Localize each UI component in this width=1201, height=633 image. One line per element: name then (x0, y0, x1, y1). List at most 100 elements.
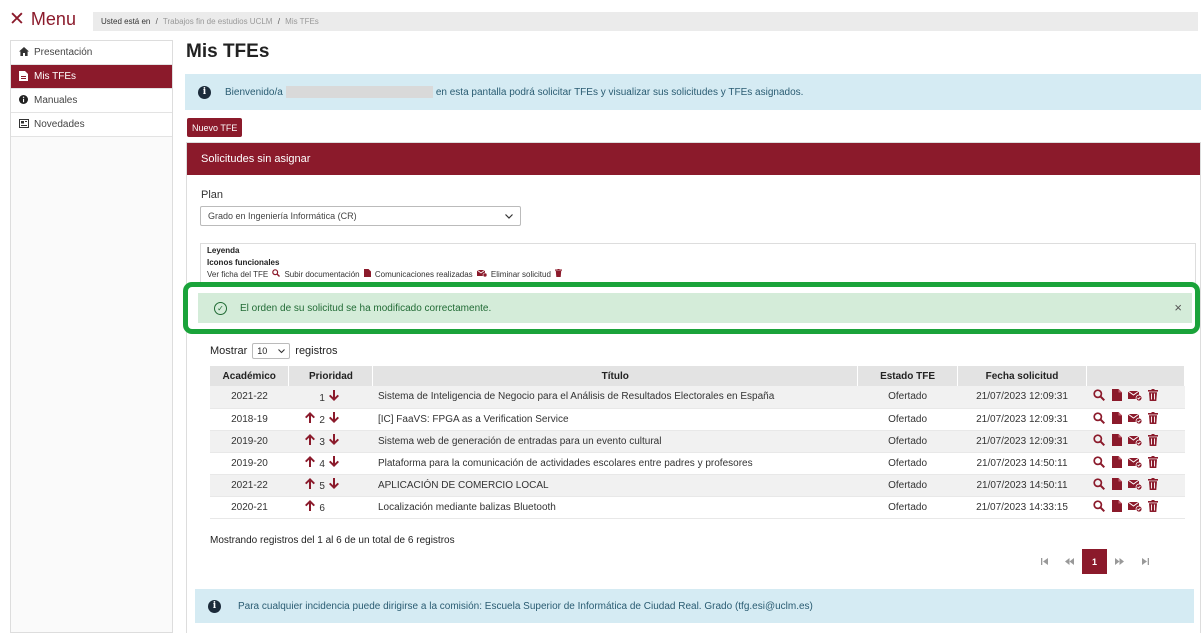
arrow-down-icon[interactable] (328, 456, 339, 470)
show-prefix: Mostrar (210, 345, 248, 357)
trash-icon[interactable] (1146, 433, 1159, 449)
priority-number: 3 (319, 437, 325, 448)
priority-number: 2 (319, 415, 325, 426)
cell-actions (1086, 430, 1185, 453)
close-icon: ✕ (9, 9, 25, 30)
search-icon[interactable] (1092, 411, 1105, 427)
plan-label: Plan (201, 189, 224, 201)
trash-icon[interactable] (1146, 411, 1159, 427)
table-row: 2021-22 1 Sistema de Inteligencia de Negoc… (210, 386, 1185, 409)
file-icon[interactable] (1110, 411, 1123, 427)
next-page-icon[interactable] (1107, 549, 1132, 574)
search-icon[interactable] (1092, 433, 1105, 449)
cell-titulo: Localización mediante balizas Bluetooth (372, 496, 858, 519)
file-icon[interactable] (1110, 499, 1123, 515)
trash-icon[interactable] (1146, 499, 1159, 515)
sidebar-item-novedades[interactable]: Novedades (11, 113, 172, 137)
envelope-check-icon[interactable] (1128, 435, 1143, 449)
new-tfe-button[interactable]: Nuevo TFE (187, 118, 243, 137)
arrow-down-icon[interactable] (328, 412, 339, 426)
cell-prioridad: 1 (288, 386, 373, 409)
file-icon (362, 269, 371, 279)
table-row: 2019-20 4 Plataforma para la comunicación … (210, 452, 1185, 475)
breadcrumb-item-trabajos[interactable]: Trabajos fin de estudios UCLM (163, 17, 273, 26)
cell-fecha: 21/07/2023 12:09:31 (957, 408, 1087, 431)
breadcrumb-separator: / (155, 17, 158, 26)
envelope-check-icon[interactable] (1128, 479, 1143, 493)
column-header-academico[interactable]: Académico (210, 366, 290, 386)
arrow-down-icon[interactable] (328, 478, 339, 492)
arrow-down-icon[interactable] (328, 389, 339, 404)
chevron-down-icon (505, 211, 513, 221)
legend-box: Leyenda Iconos funcionales Ver ficha del… (200, 243, 1196, 287)
page-length-select[interactable]: 10 (252, 343, 291, 359)
search-icon[interactable] (1092, 499, 1105, 515)
column-header-estado[interactable]: Estado TFE (857, 366, 959, 386)
cell-actions (1086, 386, 1185, 409)
table-header-row: Académico Prioridad Título Estado TFE Fe… (210, 366, 1186, 386)
previous-page-icon[interactable] (1057, 549, 1082, 574)
table-row: 2021-22 5 APLICACIÓN DE COMERCIO LOCAL Ofer… (210, 474, 1185, 497)
file-icon[interactable] (1110, 477, 1123, 493)
arrow-up-icon[interactable] (305, 456, 316, 470)
last-page-icon[interactable] (1132, 549, 1157, 574)
sidebar-item-label: Novedades (34, 119, 85, 130)
document-icon (18, 70, 29, 83)
trash-icon[interactable] (1146, 389, 1159, 404)
envelope-check-icon[interactable] (1128, 390, 1143, 404)
column-header-titulo[interactable]: Título (372, 366, 859, 386)
envelope-check-icon[interactable] (1128, 457, 1143, 471)
cell-fecha: 21/07/2023 12:09:31 (957, 386, 1087, 409)
column-header-prioridad[interactable]: Prioridad (288, 366, 374, 386)
sidebar-item-label: Manuales (34, 95, 78, 106)
arrow-up-icon[interactable] (305, 478, 316, 492)
arrow-down-icon[interactable] (328, 434, 339, 448)
arrow-up-icon[interactable] (305, 434, 316, 448)
menu-toggle-button[interactable]: ✕ Menu (9, 9, 76, 30)
file-icon[interactable] (1110, 433, 1123, 449)
breadcrumb-separator: / (277, 17, 280, 26)
table-row: 2020-21 6 Localización mediante balizas Bl… (210, 496, 1185, 519)
trash-icon[interactable] (1146, 455, 1159, 471)
page-button-current[interactable]: 1 (1082, 549, 1107, 574)
sidebar-item-mis-tfes[interactable]: Mis TFEs (11, 65, 172, 89)
menu-label: Menu (30, 9, 76, 29)
cell-actions (1086, 452, 1185, 475)
info-icon (18, 95, 29, 106)
table-row: 2018-19 2 [IC] FaaVS: FPGA as a Verificati… (210, 408, 1185, 431)
breadcrumb: Usted está en / Trabajos fin de estudios… (93, 12, 1198, 31)
envelope-check-icon[interactable] (1128, 501, 1143, 515)
success-alert: ✓ El orden de su solicitud se ha modific… (198, 293, 1192, 323)
trash-icon[interactable] (1146, 477, 1159, 493)
search-icon[interactable] (1092, 477, 1105, 493)
file-icon[interactable] (1110, 455, 1123, 471)
cell-academico: 2020-21 (210, 496, 289, 519)
info-icon: i (208, 599, 221, 613)
page-length-value: 10 (257, 346, 268, 356)
sidebar: Presentación Mis TFEs Manuales Novedades (10, 40, 173, 633)
legend-item-view: Ver ficha del TFE (207, 270, 269, 279)
plan-select[interactable]: Grado en Ingeniería Informática (CR) (200, 206, 521, 226)
cell-academico: 2021-22 (210, 474, 289, 497)
cell-actions (1086, 408, 1185, 431)
envelope-check-icon[interactable] (1128, 413, 1143, 427)
search-icon[interactable] (1092, 455, 1105, 471)
search-icon[interactable] (1092, 389, 1105, 404)
column-header-fecha[interactable]: Fecha solicitud (957, 366, 1087, 386)
cell-estado: Ofertado (857, 474, 958, 497)
column-header-actions (1086, 366, 1186, 386)
close-alert-button[interactable]: × (1174, 300, 1182, 315)
sidebar-item-presentacion[interactable]: Presentación (11, 41, 172, 65)
arrow-up-icon[interactable] (305, 412, 316, 426)
first-page-icon[interactable] (1032, 549, 1057, 574)
records-info: Mostrando registros del 1 al 6 de un tot… (210, 535, 455, 546)
check-circle-icon: ✓ (214, 301, 227, 315)
priority-number: 6 (319, 503, 325, 514)
table-row: 2019-20 3 Sistema web de generación de ent… (210, 430, 1185, 453)
file-icon[interactable] (1110, 389, 1123, 404)
sidebar-item-manuales[interactable]: Manuales (11, 89, 172, 113)
cell-actions (1086, 496, 1185, 519)
success-message: El orden de su solicitud se ha modificad… (240, 302, 492, 314)
arrow-up-icon[interactable] (305, 500, 316, 514)
cell-fecha: 21/07/2023 14:33:15 (957, 496, 1087, 519)
